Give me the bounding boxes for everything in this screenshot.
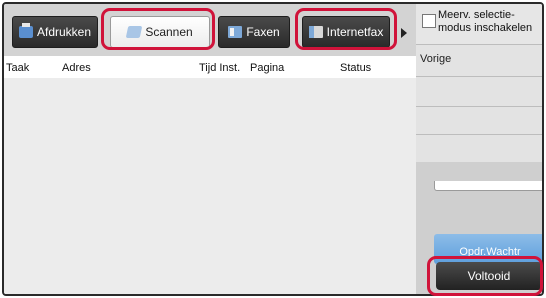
fax-icon [228,26,243,38]
job-status-window: Afdrukken Scannen Faxen Internetfax Taak… [2,2,544,296]
scroll-right-arrow-icon[interactable] [401,28,407,38]
multi-select-toggle[interactable]: Meerv. selectie-modus inschakelen [416,4,542,44]
column-task: Taak [6,62,30,74]
list-slot-5[interactable] [434,181,542,191]
column-page: Pagina [250,62,285,74]
checkbox-icon[interactable] [422,14,436,28]
column-address: Adres [62,62,91,74]
column-status: Status [340,62,372,74]
job-list-header: Taak Adres Tijd Inst. Pagina Status [4,56,416,78]
column-time: Tijd Inst. [199,62,241,74]
previous-button[interactable]: Vorige [416,44,542,76]
scan-tab-highlight [101,8,215,50]
internetfax-tab-highlight [295,8,397,50]
done-button-highlight [427,256,543,296]
list-slot-2[interactable] [416,76,542,106]
job-list: Taak Adres Tijd Inst. Pagina Status [4,56,416,294]
tab-fax[interactable]: Faxen [218,16,290,48]
tab-print[interactable]: Afdrukken [12,16,98,48]
printer-icon [18,23,33,38]
multi-select-label: Meerv. selectie-modus inschakelen [438,9,533,34]
tab-print-label: Afdrukken [36,25,92,39]
list-slot-3[interactable] [416,106,542,134]
list-slot-4[interactable] [416,134,542,162]
right-panel: Meerv. selectie-modus inschakelen Vorige… [416,4,542,294]
tab-fax-label: Faxen [246,25,280,39]
previous-label: Vorige [420,53,452,65]
